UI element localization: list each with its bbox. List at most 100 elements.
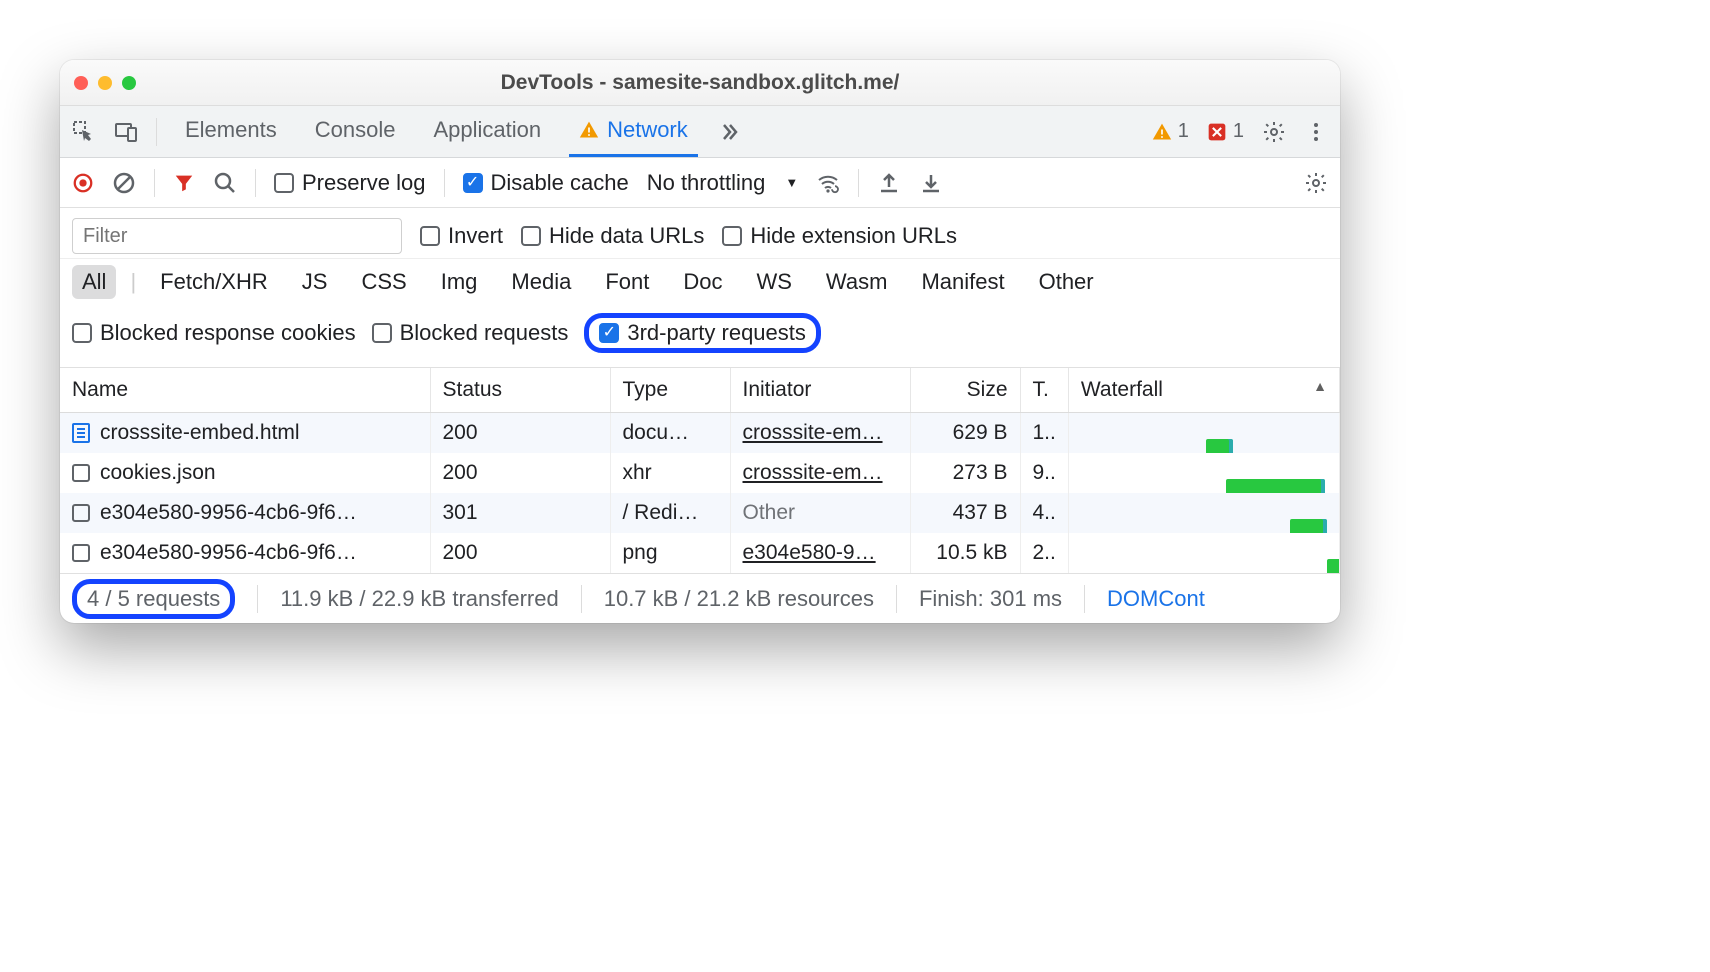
network-settings-icon[interactable]: [1304, 171, 1328, 195]
request-name: e304e580-9956-4cb6-9f6…: [100, 541, 357, 565]
request-time: 9..: [1020, 453, 1068, 493]
request-time: 2..: [1020, 533, 1068, 573]
request-initiator[interactable]: e304e580-9…: [730, 533, 910, 573]
type-filter[interactable]: Doc: [673, 265, 732, 299]
highlight-requests: 4 / 5 requests: [72, 579, 235, 619]
hide-extension-urls-checkbox[interactable]: Hide extension URLs: [722, 223, 957, 249]
type-filter-all[interactable]: All: [72, 265, 116, 299]
device-toggle-icon[interactable]: [114, 120, 138, 144]
request-type: / Redi…: [610, 493, 730, 533]
table-row[interactable]: crosssite-embed.html 200docu…crosssite-em…: [60, 413, 1340, 454]
issues-error[interactable]: 1: [1207, 120, 1244, 143]
devtools-window: DevTools - samesite-sandbox.glitch.me/ E…: [60, 60, 1340, 623]
request-initiator: Other: [730, 493, 910, 533]
inspect-icon[interactable]: [72, 120, 96, 144]
request-status: 301: [430, 493, 610, 533]
request-type: xhr: [610, 453, 730, 493]
status-requests: 4 / 5 requests: [87, 586, 220, 611]
request-name: cookies.json: [100, 461, 216, 485]
kebab-icon[interactable]: [1304, 120, 1328, 144]
titlebar: DevTools - samesite-sandbox.glitch.me/: [60, 60, 1340, 106]
type-filter-row: All | Fetch/XHR JS CSS Img Media Font Do…: [60, 259, 1340, 307]
type-filter[interactable]: Manifest: [911, 265, 1014, 299]
throttling-select[interactable]: No throttling ▼: [647, 170, 799, 196]
filter-input[interactable]: [72, 218, 402, 254]
col-type[interactable]: Type: [610, 368, 730, 413]
col-time[interactable]: T.: [1020, 368, 1068, 413]
file-icon: [72, 544, 90, 562]
preserve-log-checkbox[interactable]: Preserve log: [274, 170, 426, 196]
more-tabs-icon[interactable]: [716, 120, 740, 144]
type-filter[interactable]: JS: [292, 265, 338, 299]
record-button[interactable]: [72, 172, 94, 194]
request-time: 1..: [1020, 413, 1068, 454]
type-filter[interactable]: Wasm: [816, 265, 898, 299]
network-conditions-icon[interactable]: [816, 171, 840, 195]
col-size[interactable]: Size: [910, 368, 1020, 413]
request-waterfall: [1068, 413, 1339, 454]
requests-table: Name Status Type Initiator Size T. Water…: [60, 368, 1340, 573]
type-filter[interactable]: Font: [595, 265, 659, 299]
col-status[interactable]: Status: [430, 368, 610, 413]
settings-icon[interactable]: [1262, 120, 1286, 144]
file-icon: [72, 504, 90, 522]
col-waterfall[interactable]: Waterfall▲: [1068, 368, 1339, 413]
type-filter[interactable]: Other: [1029, 265, 1104, 299]
sort-asc-icon: ▲: [1313, 378, 1327, 394]
col-initiator[interactable]: Initiator: [730, 368, 910, 413]
type-filter[interactable]: WS: [746, 265, 801, 299]
type-filter[interactable]: Fetch/XHR: [150, 265, 278, 299]
hide-data-urls-checkbox[interactable]: Hide data URLs: [521, 223, 704, 249]
third-party-checkbox[interactable]: 3rd-party requests: [599, 320, 806, 346]
request-size: 629 B: [910, 413, 1020, 454]
status-resources: 10.7 kB / 21.2 kB resources: [604, 586, 874, 612]
filter-bar: Invert Hide data URLs Hide extension URL…: [60, 208, 1340, 259]
request-name: crosssite-embed.html: [100, 421, 300, 445]
request-status: 200: [430, 413, 610, 454]
extra-filter-row: Blocked response cookies Blocked request…: [60, 307, 1340, 368]
document-icon: [72, 423, 90, 443]
type-filter[interactable]: Media: [501, 265, 581, 299]
tab-console[interactable]: Console: [305, 106, 406, 157]
col-name[interactable]: Name: [60, 368, 430, 413]
request-size: 437 B: [910, 493, 1020, 533]
tab-network[interactable]: Network: [569, 106, 698, 157]
blocked-requests-checkbox[interactable]: Blocked requests: [372, 320, 569, 346]
network-toolbar: Preserve log Disable cache No throttling…: [60, 158, 1340, 208]
request-waterfall: [1068, 493, 1339, 533]
request-initiator[interactable]: crosssite-em…: [730, 453, 910, 493]
table-row[interactable]: cookies.json 200xhrcrosssite-em…273 B9..: [60, 453, 1340, 493]
export-har-icon[interactable]: [877, 171, 901, 195]
clear-button[interactable]: [112, 171, 136, 195]
request-type: docu…: [610, 413, 730, 454]
request-status: 200: [430, 453, 610, 493]
table-header-row: Name Status Type Initiator Size T. Water…: [60, 368, 1340, 413]
request-type: png: [610, 533, 730, 573]
disable-cache-checkbox[interactable]: Disable cache: [463, 170, 629, 196]
chevron-down-icon: ▼: [785, 175, 798, 190]
file-icon: [72, 464, 90, 482]
highlight-3rd-party: 3rd-party requests: [584, 313, 821, 353]
status-domcontent: DOMCont: [1107, 586, 1205, 612]
status-finish: Finish: 301 ms: [919, 586, 1062, 612]
issues-warning[interactable]: 1: [1152, 120, 1189, 143]
import-har-icon[interactable]: [919, 171, 943, 195]
type-filter[interactable]: CSS: [351, 265, 416, 299]
request-name: e304e580-9956-4cb6-9f6…: [100, 501, 357, 525]
type-filter[interactable]: Img: [431, 265, 488, 299]
request-initiator[interactable]: crosssite-em…: [730, 413, 910, 454]
request-size: 10.5 kB: [910, 533, 1020, 573]
status-transferred: 11.9 kB / 22.9 kB transferred: [280, 586, 558, 612]
blocked-cookies-checkbox[interactable]: Blocked response cookies: [72, 320, 356, 346]
tab-elements[interactable]: Elements: [175, 106, 287, 157]
status-bar: 4 / 5 requests 11.9 kB / 22.9 kB transfe…: [60, 573, 1340, 623]
search-icon[interactable]: [213, 171, 237, 195]
filter-toggle-icon[interactable]: [173, 172, 195, 194]
request-size: 273 B: [910, 453, 1020, 493]
window-title: DevTools - samesite-sandbox.glitch.me/: [60, 71, 1340, 95]
request-waterfall: [1068, 533, 1339, 573]
table-row[interactable]: e304e580-9956-4cb6-9f6…200pnge304e580-9……: [60, 533, 1340, 573]
table-row[interactable]: e304e580-9956-4cb6-9f6… 301/ Redi…Other43…: [60, 493, 1340, 533]
tab-application[interactable]: Application: [423, 106, 551, 157]
invert-checkbox[interactable]: Invert: [420, 223, 503, 249]
